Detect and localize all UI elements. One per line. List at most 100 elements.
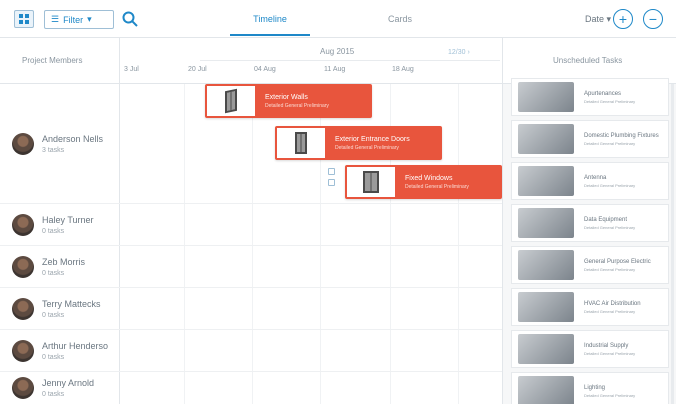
member-cell[interactable]: Zeb Morris 0 tasks [0, 246, 120, 287]
timeline-page-chip[interactable]: 12/30 › [448, 49, 470, 56]
card-title: General Purpose Electric [584, 258, 651, 265]
member-cell[interactable]: Arthur Henderso 0 tasks [0, 330, 120, 371]
member-cell[interactable]: Terry Mattecks 0 tasks [0, 288, 120, 329]
month-divider [200, 60, 500, 61]
search-button[interactable] [120, 9, 140, 29]
filter-lines-icon: ☰ [51, 14, 60, 24]
avatar [12, 213, 34, 236]
unscheduled-card[interactable]: General Purpose Electric Detailed Genera… [511, 246, 669, 284]
chevron-down-icon: ▾ [87, 14, 92, 24]
task-thumbnail [277, 128, 325, 158]
unscheduled-card[interactable]: Data Equipment Detailed General Prelimin… [511, 204, 669, 242]
task-subtitle: Detailed General Preliminary [265, 102, 329, 109]
member-cell[interactable]: Haley Turner 0 tasks [0, 204, 120, 245]
card-subtitle: Detailed General Preliminary [584, 308, 636, 314]
task-bar[interactable]: Exterior Walls Detailed General Prelimin… [205, 84, 372, 118]
member-cell[interactable]: Jenny Arnold 0 tasks [0, 372, 120, 404]
avatar [12, 377, 34, 399]
member-row: Zeb Morris 0 tasks [0, 246, 502, 288]
card-title: Data Equipment [584, 216, 628, 223]
calendar-icon[interactable] [328, 168, 335, 175]
member-task-count: 0 tasks [42, 391, 65, 398]
grid-view-button[interactable] [14, 10, 34, 28]
filter-label: Filter [63, 14, 84, 25]
member-row: Terry Mattecks 0 tasks [0, 288, 502, 330]
add-button[interactable]: + [613, 9, 633, 29]
card-title: Industrial Supply [584, 342, 629, 349]
member-cell[interactable]: Anderson Nells 3 tasks [0, 84, 120, 203]
unscheduled-card[interactable]: Apurtenances Detailed General Preliminar… [511, 78, 669, 116]
card-thumbnail [518, 208, 574, 238]
member-row: Arthur Henderso 0 tasks [0, 330, 502, 372]
member-task-count: 0 tasks [42, 269, 65, 277]
card-title: HVAC Air Distribution [584, 300, 641, 307]
task-title: Exterior Walls [265, 93, 308, 101]
member-task-count: 0 tasks [42, 353, 65, 361]
tab-cards[interactable]: Cards [370, 14, 430, 24]
member-name: Zeb Morris [42, 256, 86, 267]
week-label: 11 Aug [324, 66, 346, 73]
unscheduled-card[interactable]: Antenna Detailed General Preliminary [511, 162, 669, 200]
card-subtitle: Detailed General Preliminary [584, 98, 636, 104]
chevron-down-icon: ▾ [606, 14, 612, 24]
card-subtitle: Detailed General Preliminary [584, 266, 636, 272]
avatar [12, 255, 34, 278]
card-thumbnail [518, 334, 574, 364]
wall-icon [225, 88, 237, 114]
card-subtitle: Detailed General Preliminary [584, 392, 636, 398]
member-row: Haley Turner 0 tasks [0, 204, 502, 246]
week-label: 18 Aug [392, 66, 414, 73]
filter-dropdown[interactable]: ☰ Filter ▾ [44, 10, 114, 29]
task-bar[interactable]: Fixed Windows Detailed General Prelimina… [345, 165, 502, 199]
task-thumbnail [207, 86, 255, 116]
task-thumbnail [347, 167, 395, 197]
unscheduled-card[interactable]: Industrial Supply Detailed General Preli… [511, 330, 669, 368]
unscheduled-card[interactable]: Domestic Plumbing Fixtures Detailed Gene… [511, 120, 669, 158]
card-title: Antenna [584, 174, 607, 181]
avatar [12, 297, 34, 320]
checkbox-icon[interactable] [328, 179, 335, 186]
card-subtitle: Detailed General Preliminary [584, 350, 636, 356]
card-subtitle: Detailed General Preliminary [584, 182, 636, 188]
timeline-header: Aug 2015 3 Jul 20 Jul 04 Aug 11 Aug 18 A… [120, 38, 502, 84]
task-subtitle: Detailed General Preliminary [335, 144, 399, 151]
week-label: 3 Jul [124, 66, 139, 73]
week-label: 04 Aug [254, 66, 276, 73]
avatar [12, 132, 34, 155]
card-thumbnail [518, 250, 574, 280]
unscheduled-card[interactable]: Lighting Detailed General Preliminary [511, 372, 669, 404]
task-actions [328, 168, 335, 186]
month-label: Aug 2015 [320, 47, 355, 56]
member-name: Jenny Arnold [42, 378, 95, 388]
card-thumbnail [518, 82, 574, 112]
scrollbar[interactable] [671, 84, 674, 404]
card-title: Apurtenances [584, 90, 622, 97]
member-task-count: 3 tasks [42, 146, 65, 154]
week-label: 20 Jul [188, 66, 207, 73]
card-thumbnail [518, 166, 574, 196]
grid-icon [19, 14, 29, 24]
member-name: Haley Turner [42, 214, 94, 225]
unscheduled-card[interactable]: HVAC Air Distribution Detailed General P… [511, 288, 669, 326]
card-subtitle: Detailed General Preliminary [584, 140, 636, 146]
card-thumbnail [518, 376, 574, 404]
card-subtitle: Detailed General Preliminary [584, 224, 636, 230]
member-task-count: 0 tasks [42, 311, 65, 319]
card-title: Lighting [584, 384, 606, 391]
search-icon [122, 11, 138, 27]
members-column-header: Project Members [0, 38, 120, 84]
date-sort-button[interactable]: Date ▾ [585, 14, 611, 25]
member-name: Anderson Nells [42, 133, 104, 144]
member-row: Jenny Arnold 0 tasks [0, 372, 502, 404]
window-icon [363, 171, 379, 193]
task-subtitle: Detailed General Preliminary [405, 183, 469, 190]
remove-button[interactable]: − [643, 9, 663, 29]
card-title: Domestic Plumbing Fixtures [584, 132, 659, 139]
task-bar[interactable]: Exterior Entrance Doors Detailed General… [275, 126, 442, 160]
tab-timeline[interactable]: Timeline [230, 14, 310, 24]
door-icon [295, 132, 307, 154]
member-task-count: 0 tasks [42, 227, 65, 235]
date-label: Date [585, 14, 605, 24]
avatar [12, 339, 34, 362]
unscheduled-panel: Apurtenances Detailed General Preliminar… [502, 78, 676, 404]
